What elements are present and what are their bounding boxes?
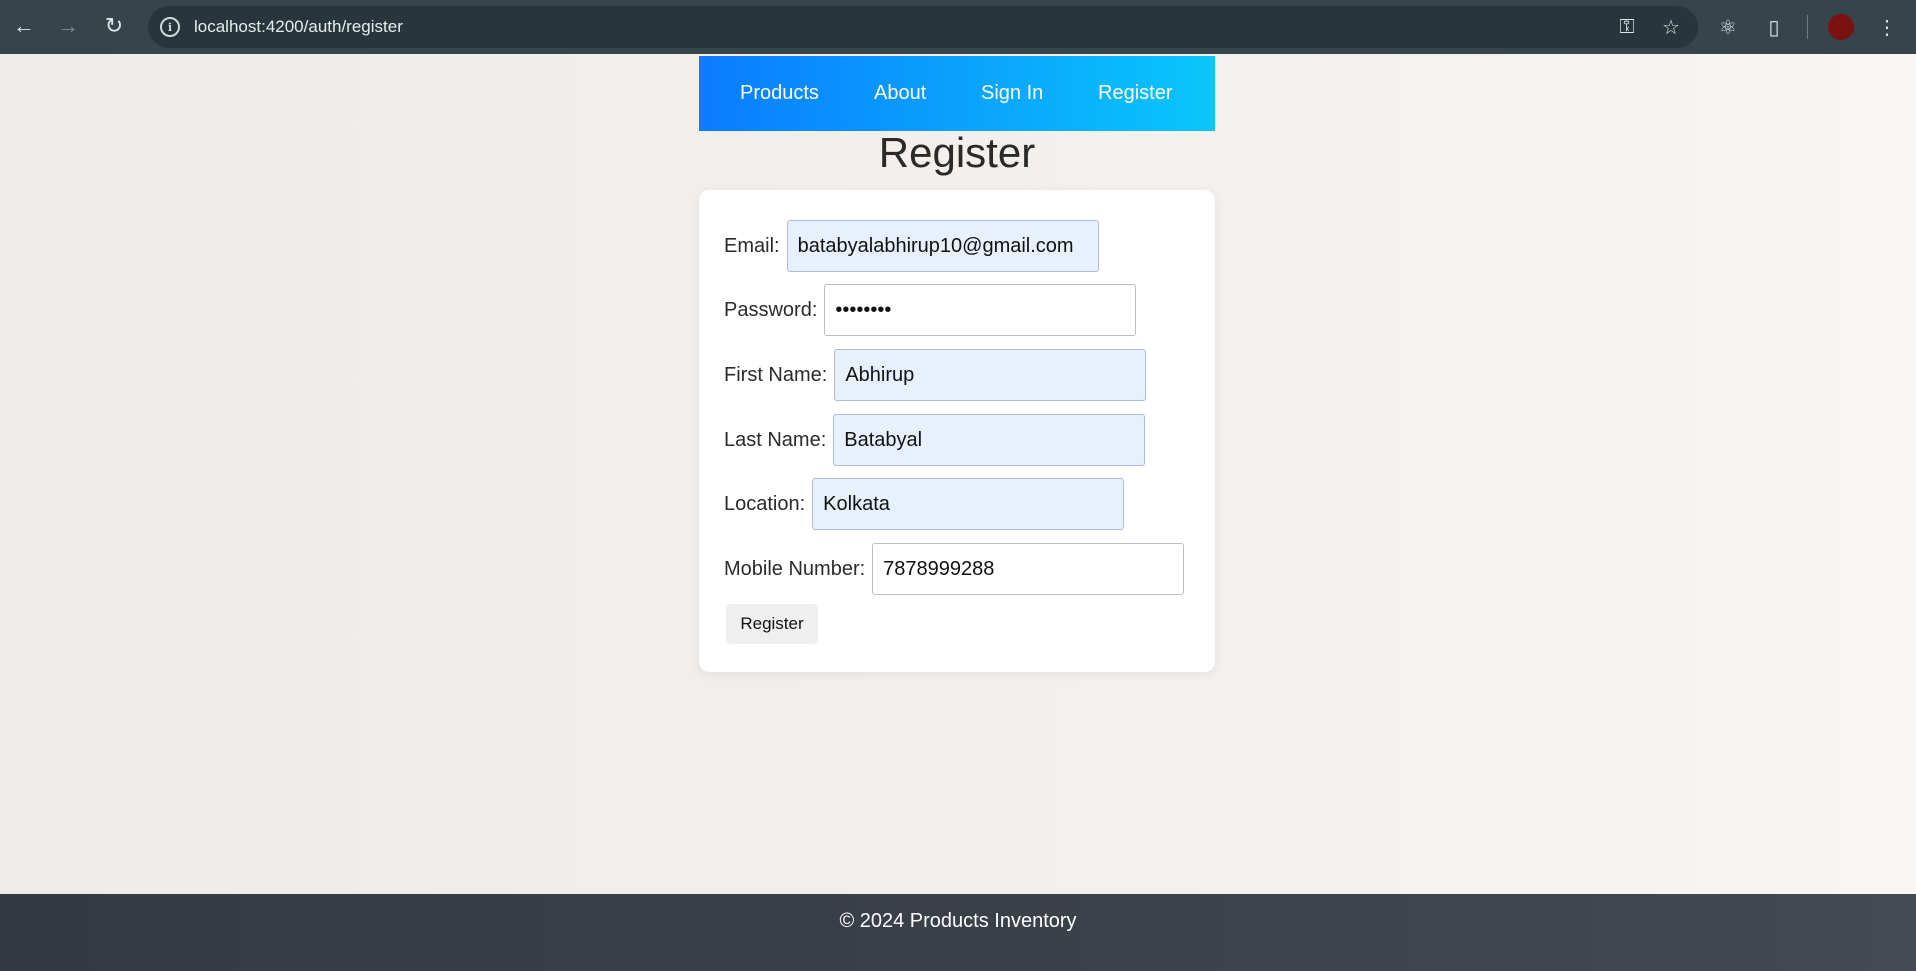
mobile-label: Mobile Number: xyxy=(724,557,866,580)
email-label: Email: xyxy=(724,234,780,257)
first-name-field-row: First Name: xyxy=(724,349,1147,401)
email-input[interactable] xyxy=(786,220,1099,272)
password-key-icon[interactable]: ⚿ xyxy=(1614,16,1640,39)
back-arrow-icon[interactable]: ← xyxy=(10,12,38,40)
info-icon[interactable]: i xyxy=(160,17,180,37)
nav-link-sign-in[interactable]: Sign In xyxy=(981,82,1043,105)
url-text[interactable]: localhost:4200/auth/register xyxy=(194,17,403,37)
extensions-puzzle-icon[interactable]: ▯ xyxy=(1761,15,1787,40)
address-bar[interactable]: i localhost:4200/auth/register ⚿ ☆ xyxy=(148,6,1698,48)
page-title: Register xyxy=(878,129,1036,176)
location-field-row: Location: xyxy=(724,478,1125,530)
password-input[interactable] xyxy=(824,284,1137,336)
browser-toolbar: ← → ↻ i localhost:4200/auth/register ⚿ ☆… xyxy=(0,0,1916,54)
bookmark-star-icon[interactable]: ☆ xyxy=(1658,15,1684,40)
last-name-input[interactable] xyxy=(833,414,1146,466)
profile-avatar[interactable] xyxy=(1828,14,1854,40)
footer-copyright: © 2024 Products Inventory xyxy=(839,910,1077,932)
last-name-label: Last Name: xyxy=(724,428,827,451)
reload-icon[interactable]: ↻ xyxy=(100,12,128,40)
location-input[interactable] xyxy=(812,478,1125,530)
first-name-label: First Name: xyxy=(724,363,828,386)
nav-link-about[interactable]: About xyxy=(874,82,926,105)
register-form: Email: Password: First Name: Last Name: … xyxy=(699,190,1215,672)
react-devtools-icon[interactable]: ⚛ xyxy=(1715,15,1741,40)
first-name-input[interactable] xyxy=(834,349,1147,401)
email-field-row: Email: xyxy=(724,220,1099,272)
more-menu-icon[interactable]: ⋮ xyxy=(1874,15,1900,40)
mobile-field-row: Mobile Number: xyxy=(724,543,1185,595)
forward-arrow-icon[interactable]: → xyxy=(54,12,82,40)
toolbar-divider xyxy=(1807,15,1808,39)
footer: © 2024 Products Inventory xyxy=(0,894,1916,971)
location-label: Location: xyxy=(724,492,806,515)
password-label: Password: xyxy=(724,298,818,321)
mobile-input[interactable] xyxy=(872,543,1185,595)
main-navbar: Products About Sign In Register xyxy=(699,56,1215,131)
nav-link-products[interactable]: Products xyxy=(740,82,819,105)
register-button[interactable]: Register xyxy=(726,604,818,644)
nav-link-register[interactable]: Register xyxy=(1098,82,1172,105)
password-field-row: Password: xyxy=(724,284,1137,336)
page-content: Products About Sign In Register Register… xyxy=(0,54,1916,894)
last-name-field-row: Last Name: xyxy=(724,414,1146,466)
